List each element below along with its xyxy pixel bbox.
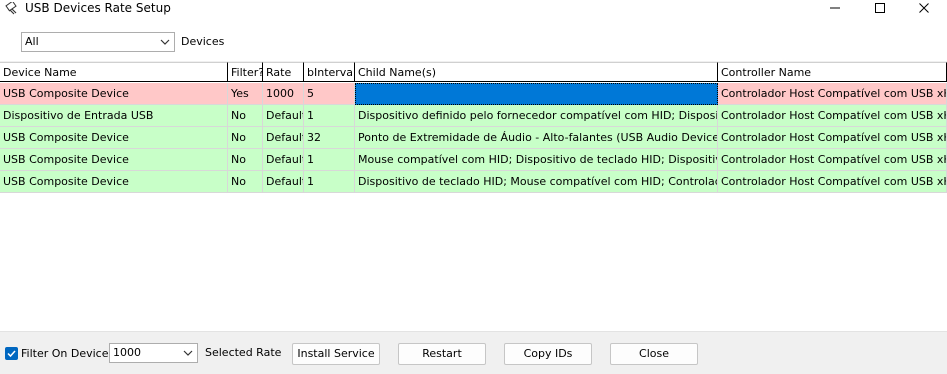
- minimize-button[interactable]: [812, 0, 858, 16]
- cell-filter[interactable]: No: [228, 149, 263, 171]
- cell-child-names[interactable]: [355, 83, 718, 105]
- cell-binterval[interactable]: 1: [304, 171, 355, 193]
- window-title: USB Devices Rate Setup: [25, 1, 171, 15]
- table-header: Device Name Filter? Rate bInterval Child…: [0, 62, 947, 83]
- cell-device-name[interactable]: USB Composite Device: [0, 149, 228, 171]
- cell-filter[interactable]: No: [228, 171, 263, 193]
- table-row[interactable]: Dispositivo de Entrada USB No Default 1 Disp…: [0, 105, 947, 127]
- cell-binterval[interactable]: 32: [304, 127, 355, 149]
- rate-select-value: 1000: [113, 346, 141, 359]
- table-row[interactable]: USB Composite Device No Default 32 Ponto de …: [0, 127, 947, 149]
- column-header-controller-name[interactable]: Controller Name: [718, 62, 947, 82]
- chevron-down-icon: [183, 350, 193, 356]
- cell-controller-name[interactable]: Controlador Host Compatível com USB xHCI…: [718, 105, 947, 127]
- cell-device-name[interactable]: USB Composite Device: [0, 127, 228, 149]
- rate-select[interactable]: 1000: [109, 343, 198, 363]
- copy-ids-button[interactable]: Copy IDs: [504, 343, 592, 365]
- table-row[interactable]: USB Composite Device No Default 1 Mouse comp…: [0, 149, 947, 171]
- cell-rate[interactable]: Default: [263, 149, 304, 171]
- cell-device-name[interactable]: Dispositivo de Entrada USB: [0, 105, 228, 127]
- cell-binterval[interactable]: 5: [304, 83, 355, 105]
- selected-rate-label: Selected Rate: [205, 346, 282, 359]
- column-header-filter[interactable]: Filter?: [228, 62, 263, 82]
- checkmark-icon: [7, 350, 16, 358]
- cell-controller-name[interactable]: Controlador Host Compatível com USB xHCI…: [718, 83, 947, 105]
- maximize-button[interactable]: [857, 0, 903, 16]
- cell-controller-name[interactable]: Controlador Host Compatível com USB xHCI…: [718, 171, 947, 193]
- close-icon: [919, 3, 929, 13]
- app-window: USB Devices Rate Setup All Devices Devic…: [0, 0, 947, 374]
- close-window-button[interactable]: [901, 0, 947, 16]
- footer-bar: Filter On Device 1000 Selected Rate Inst…: [0, 331, 947, 374]
- cell-filter[interactable]: No: [228, 105, 263, 127]
- column-header-child-names[interactable]: Child Name(s): [355, 62, 718, 82]
- cell-child-names[interactable]: Dispositivo de teclado HID; Mouse compat…: [355, 171, 718, 193]
- chevron-down-icon: [160, 39, 170, 45]
- devices-label: Devices: [181, 35, 225, 48]
- filter-bar: All Devices: [0, 18, 947, 61]
- cell-child-names[interactable]: Ponto de Extremidade de Áudio - Alto-fal…: [355, 127, 718, 149]
- close-button[interactable]: Close: [610, 343, 698, 365]
- install-service-button[interactable]: Install Service: [292, 343, 380, 365]
- minimize-icon: [830, 7, 840, 9]
- filter-on-device-label[interactable]: Filter On Device: [21, 347, 108, 360]
- column-header-binterval[interactable]: bInterval: [304, 62, 355, 82]
- devices-table: Device Name Filter? Rate bInterval Child…: [0, 62, 947, 331]
- cell-filter[interactable]: Yes: [228, 83, 263, 105]
- cell-binterval[interactable]: 1: [304, 149, 355, 171]
- column-header-device-name[interactable]: Device Name: [0, 62, 228, 82]
- cell-filter[interactable]: No: [228, 127, 263, 149]
- cell-child-names[interactable]: Dispositivo definido pelo fornecedor com…: [355, 105, 718, 127]
- restart-button[interactable]: Restart: [398, 343, 486, 365]
- cell-rate[interactable]: 1000: [263, 83, 304, 105]
- cell-rate[interactable]: Default: [263, 105, 304, 127]
- cell-controller-name[interactable]: Controlador Host Compatível com USB xHCI…: [718, 149, 947, 171]
- cell-child-names[interactable]: Mouse compatível com HID; Dispositivo de…: [355, 149, 718, 171]
- column-header-rate[interactable]: Rate: [263, 62, 304, 82]
- table-row[interactable]: USB Composite Device No Default 1 Dispositiv…: [0, 171, 947, 193]
- cell-device-name[interactable]: USB Composite Device: [0, 83, 228, 105]
- filter-on-device-checkbox[interactable]: [5, 347, 18, 360]
- cell-controller-name[interactable]: Controlador Host Compatível com USB xHCI…: [718, 127, 947, 149]
- cell-binterval[interactable]: 1: [304, 105, 355, 127]
- usb-plug-icon: [5, 0, 19, 16]
- device-filter-select[interactable]: All: [21, 32, 175, 52]
- cell-rate[interactable]: Default: [263, 127, 304, 149]
- device-filter-value: All: [25, 35, 39, 48]
- cell-rate[interactable]: Default: [263, 171, 304, 193]
- table-row[interactable]: USB Composite Device Yes 1000 5 Controlador …: [0, 83, 947, 105]
- cell-device-name[interactable]: USB Composite Device: [0, 171, 228, 193]
- title-bar: USB Devices Rate Setup: [0, 0, 947, 18]
- maximize-icon: [875, 3, 885, 13]
